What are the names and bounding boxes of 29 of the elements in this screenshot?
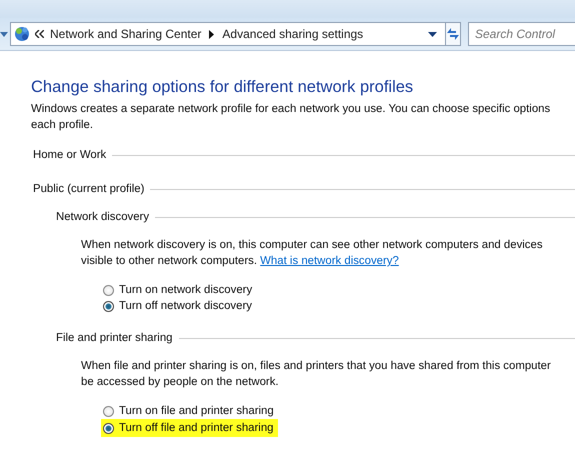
profile-header[interactable]: Public (current profile) — [33, 183, 150, 195]
radio-button[interactable] — [103, 406, 114, 416]
radio-label[interactable]: Turn off network discovery — [119, 300, 252, 312]
radio-label[interactable]: Turn on network discovery — [119, 284, 252, 296]
network-icon — [13, 25, 31, 43]
description-text: When network discovery is on, this computer can see other network computers and devices — [81, 239, 543, 251]
intro-text: Windows creates a separate network profile for each network you use. You can choose specific options — [31, 102, 552, 117]
intro-text: each profile. — [31, 118, 94, 133]
description-text: be accessed by people on the network. — [81, 376, 279, 388]
radio-button[interactable] — [103, 300, 114, 312]
radio-label[interactable]: Turn on file and printer sharing — [119, 405, 274, 417]
section-header[interactable]: Network discovery — [56, 211, 156, 223]
overflow-chevron-icon[interactable] — [35, 30, 44, 38]
breadcrumb-item[interactable]: Network and Sharing Center — [50, 27, 202, 41]
description-text: visible to other network computers. — [81, 255, 257, 267]
page-heading: Change sharing options for different network profiles — [31, 77, 414, 97]
profile-header[interactable]: Home or Work — [33, 149, 112, 161]
address-bar[interactable]: Network and Sharing Center Advanced sharing settings — [10, 22, 446, 46]
radio-button[interactable] — [103, 284, 114, 296]
help-link[interactable]: What is network discovery? — [260, 255, 399, 267]
radio-label[interactable]: Turn off file and printer sharing — [119, 422, 274, 434]
radio-button[interactable] — [103, 422, 114, 434]
breadcrumb-item[interactable]: Advanced sharing settings — [222, 27, 364, 41]
breadcrumb-arrow-icon[interactable] — [209, 30, 214, 38]
description-text: When file and printer sharing is on, files and printers that you have shared from this computer — [81, 360, 551, 372]
dropdown-arrow-icon[interactable] — [428, 32, 437, 36]
refresh-button[interactable] — [446, 22, 461, 46]
search-field[interactable]: Search Control — [468, 22, 575, 46]
section-header[interactable]: File and printer sharing — [56, 332, 178, 344]
